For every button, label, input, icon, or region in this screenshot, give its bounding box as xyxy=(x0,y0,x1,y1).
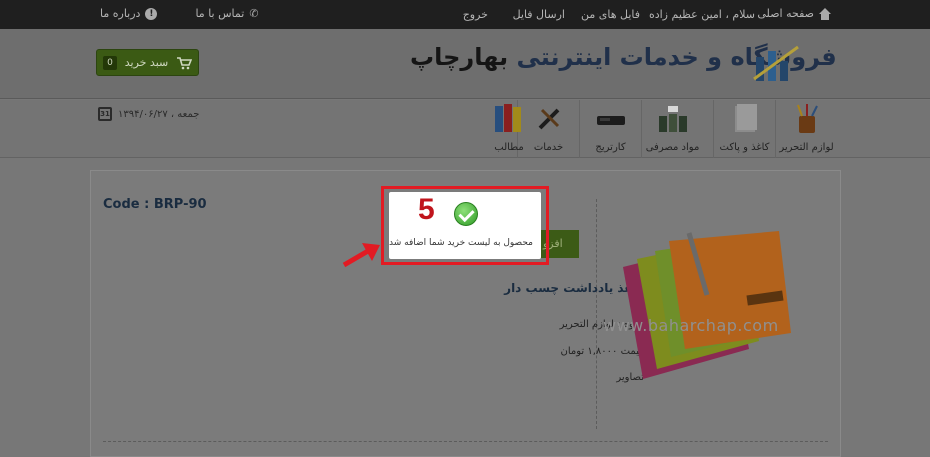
category-stationery[interactable]: لوازم التحریر xyxy=(775,100,837,158)
pencil-cup-icon xyxy=(796,104,818,133)
cart-button[interactable]: 0 سبد خرید xyxy=(96,49,199,76)
calendar-icon: 31 xyxy=(98,107,112,121)
home-icon xyxy=(819,7,831,20)
nav-home-label: صفحه اصلی xyxy=(757,7,814,20)
vertical-divider xyxy=(596,199,597,429)
paper-stack-icon xyxy=(734,104,757,132)
ink-bottles-icon xyxy=(658,106,687,132)
top-nav-bar: صفحه اصلی سلام ، امین عظیم زاده فایل های… xyxy=(0,0,930,29)
category-label: مطالب xyxy=(494,142,524,153)
category-label: کارتریج xyxy=(595,142,626,153)
product-image[interactable] xyxy=(609,229,809,389)
site-watermark: www.baharchap.com xyxy=(603,316,779,335)
date-text: جمعه ، ۱۳۹۴/۰۶/۲۷ xyxy=(118,108,200,120)
pointer-arrow-icon xyxy=(342,243,380,268)
horizontal-divider xyxy=(103,441,828,442)
category-consumables[interactable]: مواد مصرفی xyxy=(641,100,703,158)
info-icon: ! xyxy=(145,7,158,20)
site-logo[interactable] xyxy=(752,43,800,85)
added-to-cart-popup: محصول به لیست خرید شما اضافه شد xyxy=(389,192,541,259)
nav-contact-label: تماس با ما xyxy=(195,7,245,20)
nav-my-files-link[interactable]: فایل های من xyxy=(581,8,640,21)
nav-home-link[interactable]: صفحه اصلی xyxy=(757,7,831,20)
cartridge-icon xyxy=(596,116,625,125)
books-icon xyxy=(495,104,521,132)
popup-message: محصول به لیست خرید شما اضافه شد xyxy=(389,238,533,248)
cart-label: سبد خرید xyxy=(124,56,169,69)
top-left-links: درباره ما ! تماس با ما ✆ xyxy=(100,7,260,20)
nav-send-file-link[interactable]: ارسال فایل xyxy=(513,8,565,21)
phone-icon: ✆ xyxy=(249,7,259,20)
brand-name: بهارچاپ xyxy=(410,43,509,71)
nav-greeting: سلام ، امین عظیم زاده xyxy=(648,8,755,21)
site-header: فروشگاه و خدمات اینترنتی بهارچاپ 0 سبد خ… xyxy=(0,29,930,99)
category-label: لوازم التحریر xyxy=(779,142,834,153)
category-label: کاغذ و پاکت xyxy=(719,142,770,153)
nav-about-label: درباره ما xyxy=(100,7,141,20)
nav-about-link[interactable]: درباره ما ! xyxy=(100,7,158,20)
category-articles[interactable]: مطالب xyxy=(486,100,532,158)
success-check-icon xyxy=(454,202,478,226)
tools-icon xyxy=(538,108,559,130)
step-number: 5 xyxy=(418,193,435,226)
nav-logout-link[interactable]: خروج xyxy=(463,8,488,21)
current-date: 31 جمعه ، ۱۳۹۴/۰۶/۲۷ xyxy=(98,107,199,121)
product-code: Code : BRP-90 xyxy=(103,197,207,212)
nav-contact-link[interactable]: تماس با ما ✆ xyxy=(195,7,260,20)
category-cartridge[interactable]: کارتریج xyxy=(579,100,641,158)
category-label: مواد مصرفی xyxy=(645,142,700,153)
shopping-cart-icon xyxy=(176,56,192,69)
cart-count-badge: 0 xyxy=(103,55,117,70)
category-paper[interactable]: کاغذ و پاکت xyxy=(713,100,775,158)
